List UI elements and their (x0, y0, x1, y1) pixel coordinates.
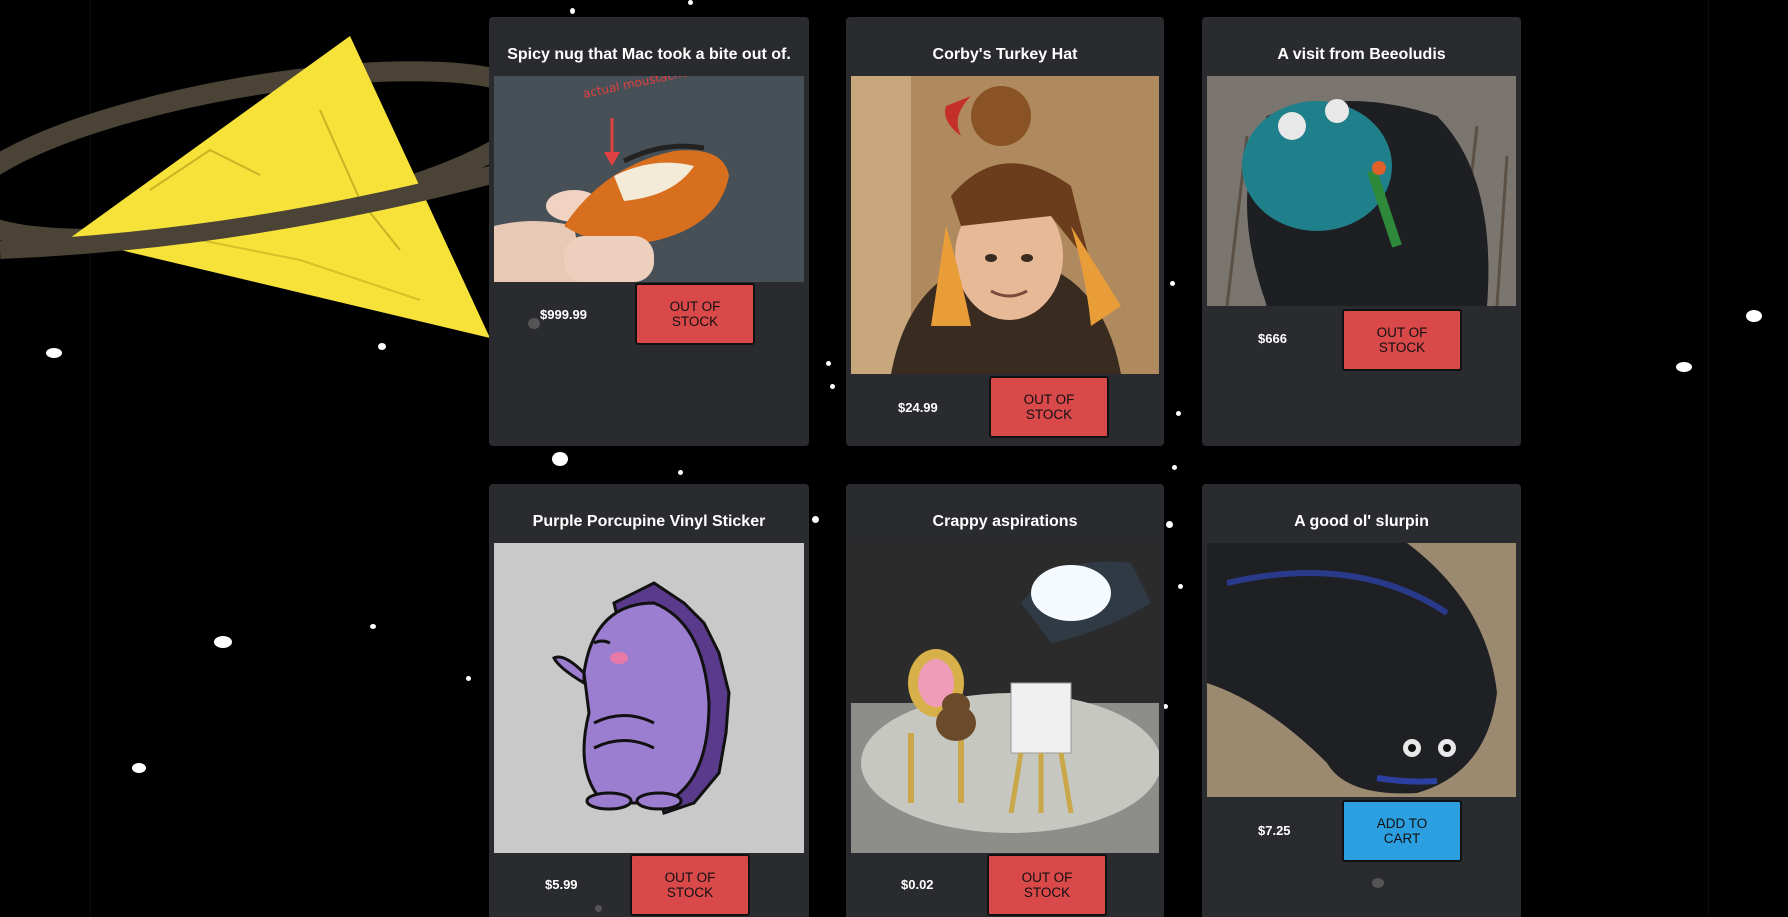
background-dot (1178, 584, 1183, 589)
product-image (851, 76, 1159, 374)
background-dot (46, 348, 62, 358)
out-of-stock-button[interactable]: OUT OF STOCK (630, 854, 750, 916)
product-image: actual moustache hair! (494, 76, 804, 282)
product-image (494, 543, 804, 853)
background-dot (678, 470, 683, 475)
product-title: Crappy aspirations (932, 513, 1078, 530)
product-card: A visit from Beeoludis $666 OUT OF STOCK (1202, 17, 1521, 446)
product-card: Spicy nug that Mac took a bite out of. a… (489, 17, 809, 446)
background-dot (214, 636, 232, 648)
background-dot (528, 318, 540, 329)
product-title: Spicy nug that Mac took a bite out of. (507, 46, 791, 63)
product-title: A visit from Beeoludis (1277, 46, 1446, 63)
background-dot (830, 384, 835, 389)
product-card: Crappy aspirations $0.02 OUT OF STOCK (846, 484, 1164, 917)
background-dot (1170, 281, 1175, 286)
product-price: $5.99 (545, 877, 578, 892)
background-dot (1166, 521, 1173, 528)
product-image (851, 543, 1159, 853)
product-price: $7.25 (1258, 823, 1291, 838)
product-price: $666 (1258, 331, 1287, 346)
add-to-cart-button[interactable]: ADD TO CART (1342, 800, 1462, 862)
background-dot (688, 0, 693, 5)
background-dot (826, 361, 831, 366)
background-dot (570, 8, 575, 14)
product-price: $0.02 (901, 877, 934, 892)
product-card: A good ol' slurpin $7.25 ADD TO CART (1202, 484, 1521, 917)
background-dot (1676, 362, 1692, 372)
page: Spicy nug that Mac took a bite out of. a… (0, 0, 1788, 917)
decorative-spinning-triangle-graphic (0, 36, 510, 338)
out-of-stock-button[interactable]: OUT OF STOCK (1342, 309, 1462, 371)
product-image (1207, 543, 1516, 797)
product-title: Corby's Turkey Hat (932, 46, 1078, 63)
background-line (1708, 0, 1709, 917)
background-dot (1172, 465, 1177, 470)
background-dot (370, 624, 376, 629)
background-dot (378, 343, 386, 350)
product-price: $24.99 (898, 400, 938, 415)
background-dot (552, 452, 568, 466)
product-card: Corby's Turkey Hat $24.99 OUT OF STOCK (846, 17, 1164, 446)
background-dot (1746, 310, 1762, 322)
background-dot (132, 763, 146, 773)
background-dot (1176, 411, 1181, 416)
background-dot (595, 905, 602, 912)
product-title: A good ol' slurpin (1294, 513, 1429, 530)
background-dot (812, 516, 819, 523)
product-card: Purple Porcupine Vinyl Sticker $5.99 OUT… (489, 484, 809, 917)
background-dot (466, 676, 471, 681)
out-of-stock-button[interactable]: OUT OF STOCK (989, 376, 1109, 438)
out-of-stock-button[interactable]: OUT OF STOCK (987, 854, 1107, 916)
product-image (1207, 76, 1516, 306)
product-price: $999.99 (540, 307, 587, 322)
product-title: Purple Porcupine Vinyl Sticker (532, 513, 766, 530)
background-dot (1372, 878, 1384, 888)
out-of-stock-button[interactable]: OUT OF STOCK (635, 283, 755, 345)
